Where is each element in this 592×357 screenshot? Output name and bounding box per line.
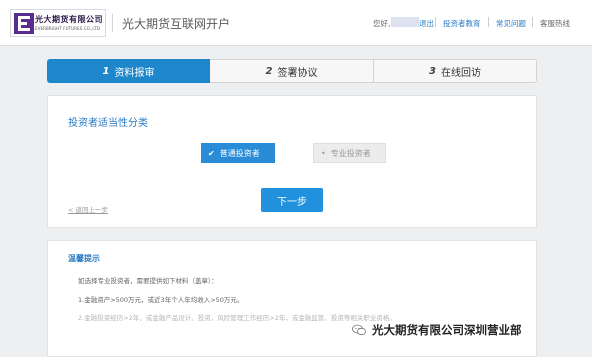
step-number: 1 — [102, 65, 110, 77]
masked-username — [391, 17, 419, 27]
section-title: 投资者适当性分类 — [68, 118, 148, 129]
tips-line: 2.金融投资经历>2年，或金融产品设计、投资，风险管理工作经历>2年，或金融监管… — [78, 314, 396, 322]
check-icon: ✔ — [208, 148, 215, 158]
watermark-text: 光大期货有限公司深圳营业部 — [372, 323, 522, 337]
watermark: 光大期货有限公司深圳营业部 — [352, 322, 522, 338]
professional-investor-option[interactable]: • 专业投资者 — [313, 143, 386, 163]
site-title: 光大期货互联网开户 — [122, 17, 231, 31]
wechat-icon — [352, 324, 366, 336]
option-label: 普通投资者 — [219, 148, 260, 158]
step-2: 2 签署协议 — [210, 59, 374, 83]
investor-education-link[interactable]: 投资者教育 — [443, 18, 481, 29]
next-step-button[interactable]: 下一步 — [261, 188, 323, 212]
greeting-text: 您好, — [373, 19, 391, 28]
header-separator — [488, 17, 489, 27]
logo-mark-icon — [14, 13, 34, 34]
step-label: 资料报审 — [114, 67, 155, 79]
tips-card: 温馨提示 如选择专业投资者，需要提供如下材料（盖章）： 1.金融资产>500万元… — [47, 240, 537, 357]
dot-icon: • — [321, 148, 326, 158]
classification-card: 投资者适当性分类 ✔ 普通投资者 • 专业投资者 < 返回上一步 下一步 — [47, 95, 537, 228]
header-divider — [112, 14, 113, 32]
hotline-text[interactable]: 客服热线 — [540, 18, 570, 29]
progress-steps: 1 资料报审 2 签署协议 3 在线回访 — [47, 59, 537, 83]
tips-title: 温馨提示 — [68, 254, 100, 263]
logo-cn-text: 光大期货有限公司 — [35, 15, 103, 24]
tips-line: 如选择专业投资者，需要提供如下材料（盖章）： — [78, 277, 218, 285]
normal-investor-option[interactable]: ✔ 普通投资者 — [201, 143, 275, 163]
logout-link[interactable]: 退出 — [419, 18, 434, 29]
step-number: 2 — [265, 65, 273, 77]
option-label: 专业投资者 — [330, 148, 371, 158]
header-separator — [532, 17, 533, 27]
faq-link[interactable]: 常见问题 — [496, 18, 526, 29]
step-1: 1 资料报审 — [47, 59, 210, 83]
logo-en-text: EVERBRIGHT FUTURES CO.,LTD — [35, 26, 100, 31]
top-header: 光大期货有限公司 EVERBRIGHT FUTURES CO.,LTD 光大期货… — [0, 0, 592, 46]
step-number: 3 — [429, 65, 436, 77]
step-label: 签署协议 — [277, 67, 318, 79]
step-label: 在线回访 — [440, 67, 481, 79]
header-separator — [435, 17, 436, 27]
back-link[interactable]: < 返回上一步 — [68, 204, 108, 214]
step-3: 3 在线回访 — [374, 59, 537, 83]
tips-line: 1.金融资产>500万元，或近3年个人年均收入>50万元。 — [78, 296, 244, 304]
company-logo[interactable]: 光大期货有限公司 EVERBRIGHT FUTURES CO.,LTD — [10, 9, 106, 37]
